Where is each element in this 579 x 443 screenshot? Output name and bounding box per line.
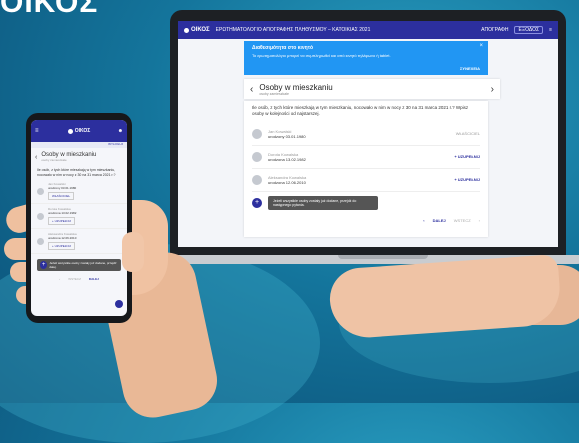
chevron-left-icon[interactable]: ‹ — [423, 218, 424, 223]
phone-screen: ≡ ΟΙΚΟΣ ☻ WYLOGUJ ‹ Osoby w mieszkaniu o… — [31, 120, 127, 316]
phone-section-header: ‹ Osoby w mieszkaniu osoby zamieszkałe — [31, 148, 127, 166]
phone-logo-text: ΟΙΚΟΣ — [74, 128, 91, 134]
complete-person-button[interactable]: + UZUPEŁNIJ — [454, 154, 480, 159]
question-card: Ile osób, z tych które mieszkają w tym m… — [244, 101, 488, 237]
person-detail: urodzona 12.06.2010 — [48, 236, 77, 241]
avatar — [37, 187, 44, 195]
navigation-footer: ‹ DALEJ WSTECZ › — [252, 218, 480, 223]
menu-icon[interactable]: ≡ — [549, 27, 552, 33]
app-logo[interactable]: ΟΙΚΟΣ — [184, 27, 210, 33]
phone-info-toast: + Jeżeli wszystkie osoby zostały już dod… — [37, 259, 121, 272]
phone-navigation-footer: ‹ WSTECZ DALEJ — [31, 277, 127, 281]
laptop-notch — [338, 255, 428, 259]
banner-continue-button[interactable]: ΣΥΝΕΧΕΙΑ — [460, 66, 480, 71]
app-title: ΕΡΩΤΗΜΑΤΟΛΟΓΙΟ ΑΠΟΓΡΑΦΗΣ ΠΛΗΘΥΣΜΟΥ – ΚΑΤ… — [215, 27, 371, 33]
complete-person-button[interactable]: + UZUPEŁNIJ — [454, 177, 480, 182]
phone-next-button[interactable]: DALEJ — [89, 277, 99, 281]
next-button[interactable]: DALEJ — [433, 218, 446, 223]
logo-dot-icon — [184, 27, 189, 33]
avatar — [37, 237, 44, 245]
person-detail: urodzony 03.01.1980 — [48, 186, 77, 191]
page-subtitle: osoby zamieszkałe — [259, 91, 289, 96]
banner-text: Το ερωτηματολόγιο μπορεί να συμπληρωθεί … — [252, 53, 391, 58]
add-person-row: + Jeżeli wszystkie osoby zostały już dod… — [252, 192, 480, 214]
person-detail: urodzona 13.02.1982 — [48, 211, 77, 216]
add-person-button[interactable]: + — [252, 197, 262, 208]
phone-question-text: Ile osób, z tych które mieszkają w tym m… — [37, 168, 116, 177]
person-detail: urodzona 12.06.2010 — [268, 179, 306, 185]
chevron-right-icon[interactable]: › — [479, 218, 480, 223]
logo-dot-icon — [67, 128, 73, 134]
brand-logo-text: ΟΙΚΟΣ — [0, 0, 99, 19]
logout-button[interactable]: ΕΞΟΔΟΣ — [514, 26, 544, 34]
phone-toast-text: Jeżeli wszystkie osoby zostały już dodan… — [49, 261, 117, 270]
person-row[interactable]: Jan Kowalski urodzony 03.01.1980 WŁAŚCIC… — [252, 123, 480, 146]
person-detail: urodzony 03.01.1980 — [268, 133, 306, 139]
mobile-availability-banner: Διαθεσιμότητα στο κινητό Το ερωτηματολόγ… — [244, 41, 488, 75]
phone-person-row[interactable]: Jan Kowalski urodzony 03.01.1980 WŁAŚCIC… — [31, 179, 127, 205]
user-icon[interactable]: ☻ — [118, 128, 123, 134]
info-toast: Jeżeli wszystkie osoby zostały już dodan… — [268, 195, 378, 210]
person-row[interactable]: Aleksandra Kowalska urodzona 12.06.2010 … — [252, 169, 480, 192]
avatar — [37, 212, 44, 220]
app-logo-text: ΟΙΚΟΣ — [191, 27, 210, 33]
chevron-right-icon[interactable]: › — [491, 84, 494, 95]
complete-person-button[interactable]: + UZUPEŁNIJ — [48, 242, 75, 251]
phone-person-row[interactable]: Dorota Kowalska urodzona 13.02.1982 + UZ… — [31, 204, 127, 230]
left-finger-over-phone — [122, 232, 144, 272]
person-detail: urodzona 13.02.1982 — [268, 156, 306, 162]
phone-fab-button[interactable] — [115, 300, 123, 308]
add-person-button[interactable]: + — [40, 261, 48, 270]
section-header: ‹ Osoby w mieszkaniu osoby zamieszkałe › — [244, 79, 500, 99]
chevron-left-icon[interactable]: ‹ — [250, 84, 253, 95]
question-text: Ile osób, z tych które mieszkają w tym m… — [252, 105, 469, 116]
avatar — [252, 151, 262, 162]
menu-icon[interactable]: ≡ — [35, 128, 39, 134]
person-role-label: WŁAŚCICIEL — [48, 192, 75, 201]
person-role-label: WŁAŚCICIEL — [455, 131, 480, 137]
chevron-left-icon[interactable]: ‹ — [35, 154, 37, 161]
person-name: Aleksandra Kowalska — [268, 174, 307, 180]
phone-person-row[interactable]: Aleksandra Kowalska urodzona 12.06.2010 … — [31, 229, 127, 255]
avatar — [252, 174, 262, 185]
phone-app-bar: ≡ ΟΙΚΟΣ ☻ — [31, 120, 127, 142]
close-icon[interactable]: × — [479, 43, 483, 49]
back-button[interactable]: WSTECZ — [454, 218, 471, 223]
chevron-left-icon[interactable]: ‹ — [59, 277, 60, 281]
user-menu[interactable]: ΑΠΟΓΡΑΦΗ — [481, 27, 508, 33]
banner-title: Διαθεσιμότητα στο κινητό — [252, 45, 314, 51]
app-bar: ΟΙΚΟΣ ΕΡΩΤΗΜΑΤΟΛΟΓΙΟ ΑΠΟΓΡΑΦΗΣ ΠΛΗΘΥΣΜΟΥ… — [178, 21, 558, 39]
person-row[interactable]: Dorota Kowalska urodzona 13.02.1982 + UZ… — [252, 146, 480, 169]
complete-person-button[interactable]: + UZUPEŁNIJ — [48, 217, 75, 226]
laptop-screen: ΟΙΚΟΣ ΕΡΩΤΗΜΑΤΟΛΟΓΙΟ ΑΠΟΓΡΑΦΗΣ ΠΛΗΘΥΣΜΟΥ… — [178, 21, 558, 247]
phone-page-subtitle: osoby zamieszkałe — [41, 158, 67, 162]
phone-back-button[interactable]: WSTECZ — [68, 277, 81, 281]
avatar — [252, 128, 262, 139]
page-title: Osoby w mieszkaniu — [259, 82, 333, 92]
